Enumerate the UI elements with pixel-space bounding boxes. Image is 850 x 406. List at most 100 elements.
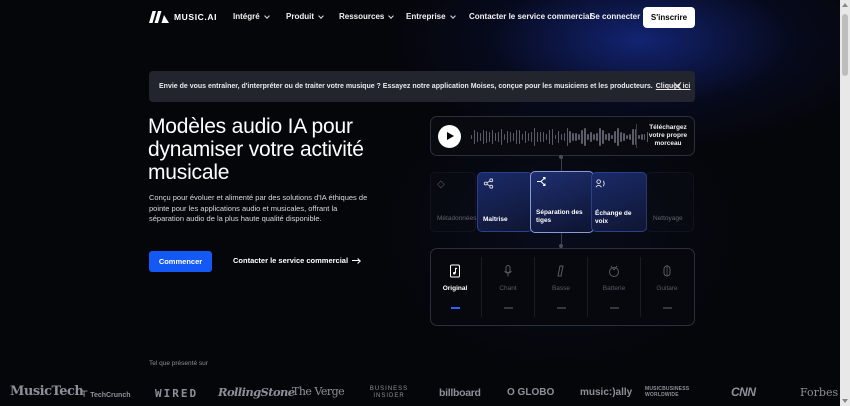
hero-title: Modèles audio IA pour dynamiser votre ac… <box>148 115 364 184</box>
share-nodes-icon <box>483 178 494 189</box>
nav-item-label: Produit <box>286 12 314 21</box>
press-logo-cnn: CNN <box>731 385 756 399</box>
waveform-bar <box>575 132 577 142</box>
divider <box>636 124 637 148</box>
voice-swap-icon <box>595 179 605 188</box>
waveform-bar <box>515 129 518 145</box>
waveform-bar <box>497 131 500 143</box>
press-logo-business-insider: BUSINESS INSIDER <box>369 386 409 399</box>
top-nav: MUSIC.AI Intégré Produit Ressources Entr… <box>0 0 840 36</box>
nav-item-label: Ressources <box>339 12 385 21</box>
waveform-bar <box>638 134 640 140</box>
nav-item-entreprise[interactable]: Entreprise <box>406 12 456 21</box>
waveform-bar <box>617 127 619 147</box>
contact-sales-label: Contacter le service commercial <box>233 256 349 265</box>
arrow-right-icon <box>352 258 360 264</box>
waveform-bar <box>548 129 550 145</box>
nav-login-link[interactable]: Se connecter <box>590 12 640 21</box>
waveform-bar <box>560 133 562 141</box>
press-logo-wired: WIRED <box>155 387 199 400</box>
press-logo-o-globo: O GLOBO <box>507 387 555 398</box>
hero-description: Conçu pour évoluer et alimenté par des s… <box>149 193 368 223</box>
chevron-down-icon <box>449 12 456 19</box>
upload-track-button[interactable]: Téléchargez votre propre morceau <box>643 124 693 148</box>
waveform-bar <box>614 130 616 144</box>
waveform-bar <box>503 133 506 141</box>
stem-bass[interactable]: Basse <box>538 257 584 319</box>
waveform-bar <box>527 133 530 141</box>
workflow-card-stem-separation[interactable]: Séparation des tiges <box>530 171 594 233</box>
techcrunch-mark-icon: ⊤ <box>80 389 89 399</box>
waveform-bar <box>611 134 613 140</box>
signup-button[interactable]: S'inscrire <box>643 7 695 28</box>
bass-guitar-icon <box>557 265 564 277</box>
divider <box>640 257 641 317</box>
waveform-bar <box>623 133 625 141</box>
split-arrows-icon <box>537 177 546 186</box>
stem-drums[interactable]: Batterie <box>591 257 637 319</box>
nav-item-integre[interactable]: Intégré <box>233 12 270 21</box>
waveform-bar <box>506 130 509 144</box>
waveform-bar <box>494 133 497 141</box>
nav-contact-sales-link[interactable]: Contacter le service commercial <box>469 12 592 21</box>
divider <box>587 257 588 317</box>
workflow-card-cleanup[interactable]: Nettoyage <box>646 172 694 232</box>
card-label: Métadonnées <box>437 215 477 222</box>
stem-indicator <box>504 307 513 309</box>
scrollbar[interactable] <box>840 0 850 406</box>
waveform-bar <box>578 134 580 140</box>
stem-vocals[interactable]: Chant <box>485 257 531 319</box>
waveform-bar <box>569 130 571 144</box>
waveform-bar <box>632 128 634 146</box>
divider <box>534 257 535 317</box>
waveform-bar <box>479 133 482 141</box>
workflow-card-voice-swap[interactable]: Échange de voix <box>591 172 647 232</box>
scroll-down-icon[interactable] <box>842 399 848 403</box>
stem-guitar[interactable]: Guitare <box>644 257 690 319</box>
nav-item-ressources[interactable]: Ressources <box>339 12 395 21</box>
logo[interactable]: MUSIC.AI <box>149 11 217 23</box>
waveform-bar <box>518 129 521 145</box>
get-started-button[interactable]: Commencer <box>149 251 212 272</box>
card-label: Maîtrise <box>483 216 508 223</box>
promo-banner: Envie de vous entraîner, d'interpréter o… <box>149 71 695 102</box>
press-logo-music-business-worldwide: MUSICBUSINESS WORLDWIDE <box>645 386 690 398</box>
waveform-bar <box>626 134 628 140</box>
waveform-bar <box>500 128 503 146</box>
waveform-bar <box>485 130 488 144</box>
guitar-icon <box>663 265 671 277</box>
nav-item-produit[interactable]: Produit <box>286 12 324 21</box>
waveform-bar <box>539 131 542 143</box>
card-label: Séparation des tiges <box>536 209 583 224</box>
waveform-bar <box>590 132 592 142</box>
contact-sales-button[interactable]: Contacter le service commercial <box>233 256 360 265</box>
stem-indicator <box>610 307 619 309</box>
stem-original[interactable]: Original <box>432 257 478 319</box>
close-icon[interactable] <box>673 81 683 91</box>
stem-label: Basse <box>551 285 571 292</box>
waveform-bar <box>509 131 512 143</box>
scrollbar-thumb[interactable] <box>842 14 848 76</box>
nav-item-label: Entreprise <box>406 12 446 21</box>
waveform-bar <box>605 134 607 140</box>
workflow-card-mastering[interactable]: Maîtrise <box>477 172 533 232</box>
waveform-bar <box>545 133 547 141</box>
waveform-bar <box>581 130 583 144</box>
waveform[interactable] <box>471 125 651 149</box>
press-logo-musictech: MusicTech <box>10 384 84 399</box>
chevron-down-icon <box>318 12 324 19</box>
waveform-bar <box>473 129 476 145</box>
play-icon[interactable] <box>438 125 461 148</box>
nav-item-label: Intégré <box>233 12 260 21</box>
waveform-bar <box>521 133 524 141</box>
card-label: Échange de voix <box>595 210 632 225</box>
page: MUSIC.AI Intégré Produit Ressources Entr… <box>0 0 850 406</box>
workflow-card-metadata[interactable]: ◇ Métadonnées <box>430 172 476 232</box>
stem-indicator <box>663 307 672 309</box>
stem-label: Guitare <box>656 285 678 292</box>
press-logo-musically: music:)ally <box>580 387 633 398</box>
stem-label: Original <box>442 285 468 292</box>
press-logo-techcrunch: ⊤ TechCrunch <box>80 389 131 400</box>
scroll-up-icon[interactable] <box>842 3 848 7</box>
stem-label: Chant <box>499 285 517 292</box>
